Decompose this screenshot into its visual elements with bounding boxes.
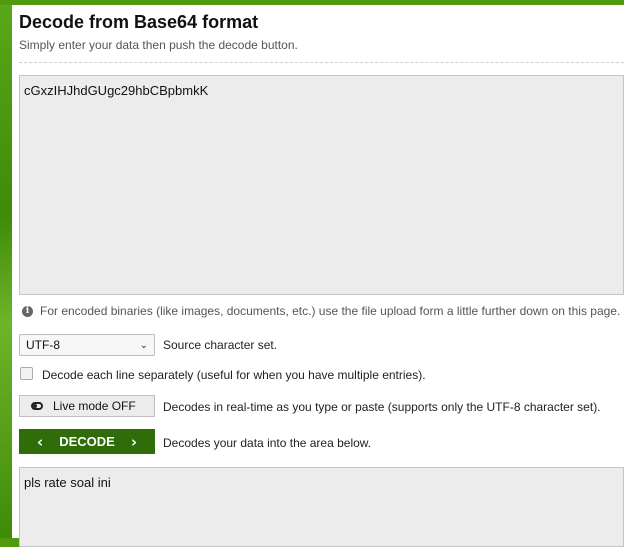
chevron-left-icon: ‹	[37, 432, 44, 451]
chevron-right-icon: ›	[130, 432, 137, 451]
page-title: Decode from Base64 format	[19, 12, 259, 32]
charset-label: Source character set.	[163, 338, 278, 352]
toggle-icon	[31, 402, 43, 410]
live-mode-label: Live mode OFF	[53, 399, 136, 413]
live-mode-description: Decodes in real-time as you type or past…	[163, 400, 601, 414]
each-line-label: Decode each line separately (useful for …	[42, 368, 426, 382]
background-decoration	[0, 0, 12, 538]
output-textarea[interactable]: pls rate soal ini	[19, 467, 624, 547]
each-line-checkbox[interactable]	[20, 367, 33, 380]
info-icon: i	[22, 305, 33, 317]
decode-button[interactable]: ‹ DECODE ›	[19, 429, 155, 454]
divider	[19, 62, 624, 63]
decode-description: Decodes your data into the area below.	[163, 436, 372, 450]
page-subtitle: Simply enter your data then push the dec…	[19, 38, 298, 52]
decode-panel: Decode from Base64 format Simply enter y…	[12, 5, 624, 547]
charset-select[interactable]: UTF-8 ⌄	[19, 334, 155, 356]
decode-button-label: DECODE	[59, 434, 115, 449]
charset-selected-value: UTF-8	[26, 338, 60, 352]
info-note: i For encoded binaries (like images, doc…	[22, 304, 620, 318]
input-textarea[interactable]: cGxzIHJhdGUgc29hbCBpbmkK	[19, 75, 624, 295]
info-text: For encoded binaries (like images, docum…	[40, 304, 621, 318]
chevron-down-icon: ⌄	[139, 339, 148, 351]
live-mode-button[interactable]: Live mode OFF	[19, 395, 155, 417]
